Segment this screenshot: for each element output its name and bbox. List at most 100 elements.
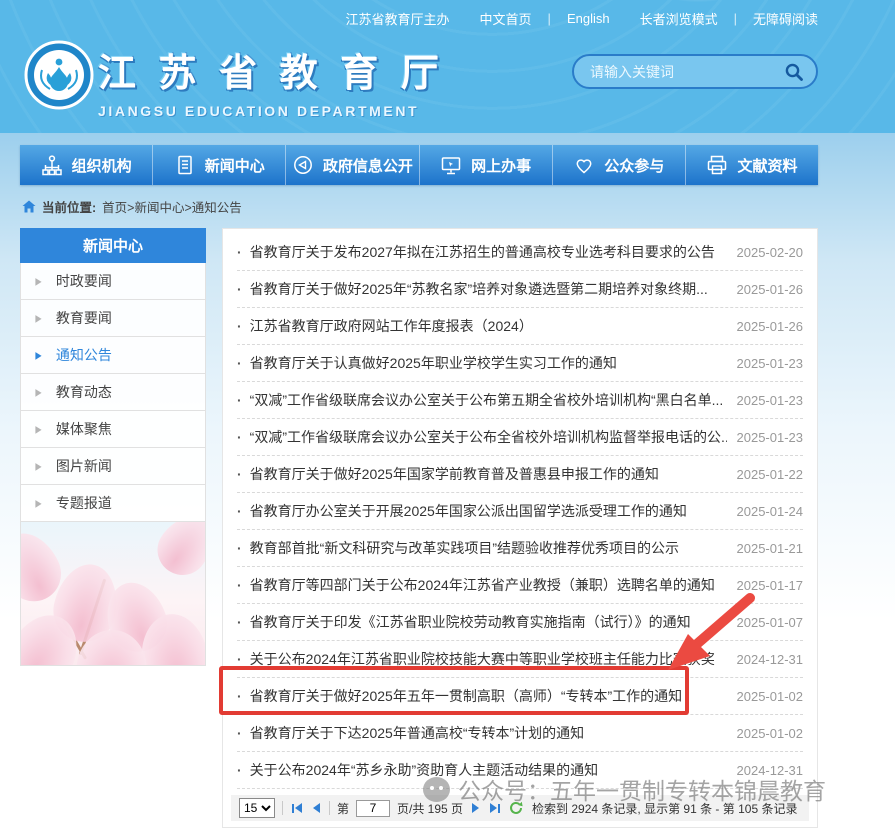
sidebar-item-media-focus[interactable]: ▶ 媒体聚焦 xyxy=(20,411,206,448)
home-icon xyxy=(22,200,36,213)
search-icon xyxy=(784,62,804,82)
news-list-item[interactable]: · 省教育厅办公室关于开展2025年国家公派出国留学选派受理工作的通知 2025… xyxy=(237,493,803,530)
news-list-item-highlighted[interactable]: · 省教育厅关于做好2025年五年一贯制高职（高师）“专转本”工作的通知 202… xyxy=(237,678,803,715)
news-title-link[interactable]: 教育部首批“新文科研究与改革实践项目”结题验收推荐优秀项目的公示 xyxy=(250,538,727,558)
site-title: 江 苏 省 教 育 厅 xyxy=(98,42,445,97)
nav-label: 文献资料 xyxy=(737,155,797,176)
news-title-link[interactable]: 省教育厅关于下达2025年普通高校“专转本”计划的通知 xyxy=(250,723,727,743)
bullet-icon: · xyxy=(237,429,242,445)
bullet-icon: · xyxy=(237,651,242,667)
heart-icon xyxy=(573,154,595,176)
news-list-item[interactable]: · “双减”工作省级联席会议办公室关于公布第五期全省校外培训机构“黑白名单...… xyxy=(237,382,803,419)
news-list-item[interactable]: · 省教育厅关于认真做好2025年职业学校学生实习工作的通知 2025-01-2… xyxy=(237,345,803,382)
nav-item-gov-info[interactable]: 政府信息公开 xyxy=(285,145,418,185)
news-list-item[interactable]: · 省教育厅关于做好2025年“苏教名家”培养对象遴选暨第二期培养对象终期...… xyxy=(237,271,803,308)
news-title-link[interactable]: 省教育厅关于做好2025年五年一贯制高职（高师）“专转本”工作的通知 xyxy=(250,686,727,706)
triangle-icon: ▶ xyxy=(35,460,41,472)
nav-item-public-participation[interactable]: 公众参与 xyxy=(552,145,685,185)
news-date: 2025-01-26 xyxy=(737,282,804,297)
department-logo[interactable] xyxy=(24,40,94,110)
next-page-icon xyxy=(472,803,479,813)
nav-item-online-service[interactable]: 网上办事 xyxy=(419,145,552,185)
news-doc-icon xyxy=(174,154,196,176)
news-list-item[interactable]: · 省教育厅关于发布2027年拟在江苏招生的普通高校专业选考科目要求的公告 20… xyxy=(237,234,803,271)
nav-label: 组织机构 xyxy=(72,155,132,176)
sidebar-item-label: 时政要闻 xyxy=(56,271,112,291)
sidebar-item-education-dynamics[interactable]: ▶ 教育动态 xyxy=(20,374,206,411)
news-list-item[interactable]: · 教育部首批“新文科研究与改革实践项目”结题验收推荐优秀项目的公示 2025-… xyxy=(237,530,803,567)
sidebar-item-notices[interactable]: ▶ 通知公告 xyxy=(20,337,206,374)
sidebar-item-current-affairs[interactable]: ▶ 时政要闻 xyxy=(20,263,206,300)
nav-item-documents[interactable]: 文献资料 xyxy=(685,145,818,185)
news-title-link[interactable]: 关于公布2024年“苏乡永助”资助育人主题活动结果的通知 xyxy=(250,760,727,780)
bullet-icon: · xyxy=(237,281,242,297)
sidebar-news-menu: 新闻中心 ▶ 时政要闻 ▶ 教育要闻 ▶ 通知公告 ▶ 教育动态 ▶ 媒体聚焦 … xyxy=(20,228,206,666)
news-list-item[interactable]: · “双减”工作省级联席会议办公室关于公布全省校外培训机构监督举报电话的公...… xyxy=(237,419,803,456)
english-link[interactable]: English xyxy=(567,11,610,26)
bullet-icon: · xyxy=(237,577,242,593)
sidebar-item-photo-news[interactable]: ▶ 图片新闻 xyxy=(20,448,206,485)
divider xyxy=(282,801,283,815)
news-list-item[interactable]: · 省教育厅关于做好2025年国家学前教育普及普惠县申报工作的通知 2025-0… xyxy=(237,456,803,493)
triangle-icon: ▶ xyxy=(35,497,41,509)
host-link[interactable]: 江苏省教育厅主办 xyxy=(346,9,450,28)
news-title-link[interactable]: “双减”工作省级联席会议办公室关于公布全省校外培训机构监督举报电话的公... xyxy=(250,427,727,447)
pagination-bar: 15 第 页/共 195 页 检索到 2924 条记录, 显示第 91 条 - … xyxy=(231,795,809,821)
news-list-item[interactable]: · 省教育厅等四部门关于公布2024年江苏省产业教授（兼职）选聘名单的通知 20… xyxy=(237,567,803,604)
next-page-button[interactable] xyxy=(470,801,481,815)
sidebar-item-education-news[interactable]: ▶ 教育要闻 xyxy=(20,300,206,337)
news-date: 2025-01-17 xyxy=(737,578,804,593)
sidebar-item-special-reports[interactable]: ▶ 专题报道 xyxy=(20,485,206,522)
bullet-icon: · xyxy=(237,540,242,556)
bullet-icon: · xyxy=(237,318,242,334)
bullet-icon: · xyxy=(237,355,242,371)
sidebar-item-label: 教育动态 xyxy=(56,382,112,402)
news-title-link[interactable]: 省教育厅关于做好2025年国家学前教育普及普惠县申报工作的通知 xyxy=(250,464,727,484)
triangle-icon: ▶ xyxy=(35,275,41,287)
page-size-select[interactable]: 15 xyxy=(239,798,275,818)
news-list-item[interactable]: · 关于公布2024年江苏省职业院校技能大赛中等职业学校班主任能力比赛获奖 20… xyxy=(237,641,803,678)
last-page-icon xyxy=(498,804,500,813)
nav-label: 公众参与 xyxy=(604,155,664,176)
news-title-link[interactable]: 省教育厅关于印发《江苏省职业院校劳动教育实施指南（试行）》的通知 xyxy=(250,612,727,632)
news-date: 2024-12-31 xyxy=(737,652,804,667)
news-list-item[interactable]: · 省教育厅关于下达2025年普通高校“专转本”计划的通知 2025-01-02 xyxy=(237,715,803,752)
site-search xyxy=(572,54,818,89)
first-page-button[interactable] xyxy=(290,801,304,815)
search-button[interactable] xyxy=(782,60,806,84)
sidebar-item-label: 通知公告 xyxy=(56,345,112,365)
accessibility-link[interactable]: 无障碍阅读 xyxy=(753,9,818,28)
triangle-icon: ▶ xyxy=(35,386,41,398)
news-title-link[interactable]: 省教育厅等四部门关于公布2024年江苏省产业教授（兼职）选聘名单的通知 xyxy=(250,575,727,595)
news-list-item[interactable]: · 省教育厅关于印发《江苏省职业院校劳动教育实施指南（试行）》的通知 2025-… xyxy=(237,604,803,641)
bullet-icon: · xyxy=(237,244,242,260)
news-title-link[interactable]: 省教育厅关于做好2025年“苏教名家”培养对象遴选暨第二期培养对象终期... xyxy=(250,279,727,299)
divider: | xyxy=(734,11,737,26)
page-number-input[interactable] xyxy=(356,800,390,817)
triangle-icon: ▶ xyxy=(35,423,41,435)
last-page-button[interactable] xyxy=(488,801,502,815)
refresh-icon[interactable] xyxy=(509,801,523,815)
bullet-icon: · xyxy=(237,725,242,741)
elder-mode-link[interactable]: 长者浏览模式 xyxy=(640,9,718,28)
news-title-link[interactable]: 关于公布2024年江苏省职业院校技能大赛中等职业学校班主任能力比赛获奖 xyxy=(250,649,727,669)
chinese-home-link[interactable]: 中文首页 xyxy=(480,9,532,28)
news-title-link[interactable]: 江苏省教育厅政府网站工作年度报表（2024） xyxy=(250,316,727,336)
prev-page-icon xyxy=(313,803,320,813)
lotus-emblem-icon xyxy=(24,40,94,110)
news-title-link[interactable]: 省教育厅关于认真做好2025年职业学校学生实习工作的通知 xyxy=(250,353,727,373)
breadcrumb-path[interactable]: 首页>新闻中心>通知公告 xyxy=(102,197,242,216)
triangle-icon: ▶ xyxy=(35,349,41,361)
news-title-link[interactable]: 省教育厅办公室关于开展2025年国家公派出国留学选派受理工作的通知 xyxy=(250,501,727,521)
news-title-link[interactable]: 省教育厅关于发布2027年拟在江苏招生的普通高校专业选考科目要求的公告 xyxy=(250,242,727,262)
bullet-icon: · xyxy=(237,762,242,778)
prev-page-button[interactable] xyxy=(311,801,322,815)
news-list-item[interactable]: · 江苏省教育厅政府网站工作年度报表（2024） 2025-01-26 xyxy=(237,308,803,345)
news-list-item[interactable]: · 关于公布2024年“苏乡永助”资助育人主题活动结果的通知 2024-12-3… xyxy=(237,752,803,789)
bullet-icon: · xyxy=(237,392,242,408)
nav-item-news-center[interactable]: 新闻中心 xyxy=(152,145,285,185)
nav-item-organization[interactable]: 组织机构 xyxy=(20,145,152,185)
news-title-link[interactable]: “双减”工作省级联席会议办公室关于公布第五期全省校外培训机构“黑白名单... xyxy=(250,390,727,410)
first-page-icon xyxy=(292,804,294,813)
search-input[interactable] xyxy=(590,64,782,80)
